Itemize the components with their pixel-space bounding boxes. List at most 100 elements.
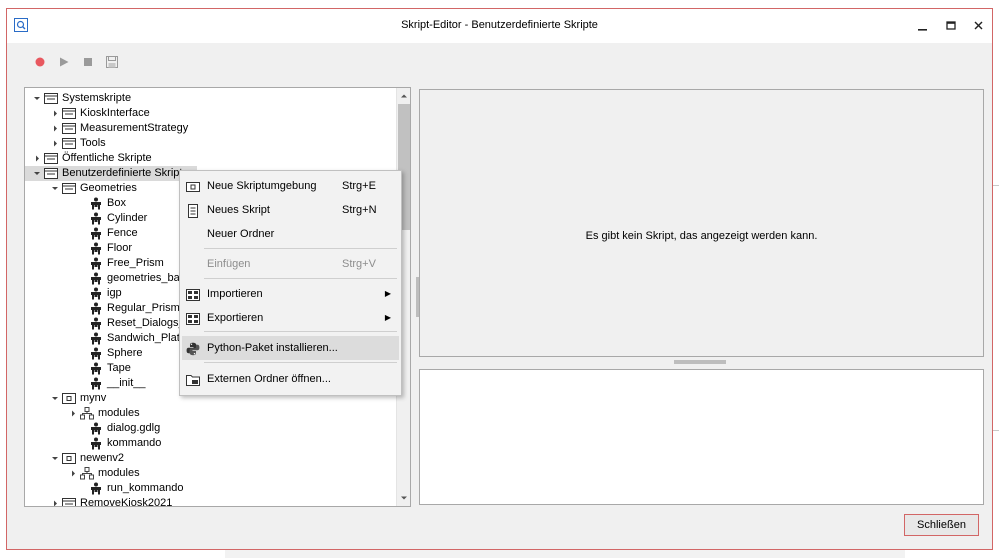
minimize-button[interactable] <box>909 15 937 37</box>
tree-item-icon <box>89 212 103 225</box>
tree-item[interactable]: newenv2 <box>25 451 395 466</box>
tree-item[interactable]: MeasurementStrategy <box>25 121 395 136</box>
tree-item-label: Sandwich_Plate <box>107 332 186 344</box>
stop-button[interactable] <box>79 53 96 70</box>
menu-item-icon <box>186 372 200 386</box>
folder-icon <box>62 183 76 194</box>
tree-toggle[interactable] <box>69 466 77 481</box>
expand-arrow-icon[interactable] <box>33 166 41 181</box>
context-menu-item[interactable]: Neuer Ordner <box>182 222 399 246</box>
tree-toggle[interactable] <box>51 391 59 406</box>
context-menu-item[interactable]: Importieren ▶ <box>182 282 399 306</box>
menu-item-icon <box>186 179 200 193</box>
tree-toggle[interactable] <box>33 166 41 181</box>
menu-item-label: Neues Skript <box>207 204 270 216</box>
tree-item[interactable]: Systemskripte <box>25 91 395 106</box>
context-menu-item[interactable]: Exportieren ▶ <box>182 306 399 330</box>
close-icon <box>974 21 983 30</box>
tree-item-icon <box>89 347 103 360</box>
menu-item-icon <box>186 203 200 218</box>
open-folder-icon <box>186 375 200 386</box>
tree-item-icon <box>89 377 103 390</box>
tree-item[interactable]: KioskInterface <box>25 106 395 121</box>
script-icon <box>91 302 101 315</box>
tree-toggle[interactable] <box>51 136 59 151</box>
collapse-arrow-icon[interactable] <box>51 496 59 507</box>
collapse-arrow-icon[interactable] <box>51 121 59 136</box>
menu-item-icon <box>186 341 200 356</box>
context-menu-item[interactable]: Externen Ordner öffnen... <box>182 367 399 391</box>
menu-item-icon <box>186 287 200 301</box>
horizontal-splitter[interactable] <box>674 360 726 364</box>
run-button[interactable] <box>55 53 72 70</box>
tree-item-label: Floor <box>107 242 133 254</box>
context-menu-item[interactable]: Neue Skriptumgebung Strg+E <box>182 174 399 198</box>
folder-icon <box>62 108 76 119</box>
submenu-arrow-icon: ▶ <box>384 289 391 298</box>
collapse-arrow-icon[interactable] <box>51 136 59 151</box>
scroll-up-icon[interactable] <box>398 90 410 102</box>
folder-icon <box>62 138 76 149</box>
tree-item-label: Benutzerdefinierte Skripte <box>62 167 189 179</box>
tree-item-icon <box>62 497 76 506</box>
tree-toggle[interactable] <box>51 451 59 466</box>
expand-arrow-icon[interactable] <box>51 181 59 196</box>
tree-item-label: mynv <box>80 392 107 404</box>
tree-item-icon <box>89 437 103 450</box>
tree-item-icon <box>62 182 76 195</box>
export-icon <box>186 313 200 325</box>
folder-icon <box>62 498 76 506</box>
folder-icon <box>44 168 58 179</box>
menu-item-shortcut: Strg+V <box>342 258 376 270</box>
tree-item-icon <box>89 422 103 435</box>
save-button[interactable] <box>103 53 120 70</box>
scroll-down-icon[interactable] <box>398 492 410 504</box>
record-button[interactable] <box>31 53 48 70</box>
tree-item-icon <box>89 332 103 345</box>
tree-toggle[interactable] <box>51 106 59 121</box>
tree-toggle[interactable] <box>51 496 59 507</box>
collapse-arrow-icon[interactable] <box>69 466 77 481</box>
tree-item[interactable]: Tools <box>25 136 395 151</box>
tree-toggle[interactable] <box>33 91 41 106</box>
menu-separator <box>204 331 397 332</box>
tree-item[interactable]: modules <box>25 466 395 481</box>
tree-item-label: run_kommando <box>107 482 184 494</box>
tree-item-icon <box>89 197 103 210</box>
collapse-arrow-icon[interactable] <box>51 106 59 121</box>
script-icon <box>91 317 101 330</box>
maximize-button[interactable] <box>937 15 965 37</box>
close-button[interactable]: Schließen <box>904 514 979 536</box>
tree-toggle[interactable] <box>69 406 77 421</box>
minimize-icon <box>918 29 927 31</box>
expand-arrow-icon[interactable] <box>51 451 59 466</box>
tree-item[interactable]: kommando <box>25 436 395 451</box>
title-bar[interactable]: Skript-Editor - Benutzerdefinierte Skrip… <box>7 9 992 43</box>
collapse-arrow-icon[interactable] <box>69 406 77 421</box>
tree-item[interactable]: RemoveKiosk2021 <box>25 496 395 507</box>
script-file-icon <box>188 204 198 218</box>
tree-item-icon <box>62 392 76 405</box>
tree-item[interactable]: Benutzerdefinierte Skripte <box>25 166 197 181</box>
context-menu-item[interactable]: Python-Paket installieren... <box>182 336 399 360</box>
tree-item-label: dialog.gdlg <box>107 422 161 434</box>
tree-item[interactable]: dialog.gdlg <box>25 421 395 436</box>
tree-toggle[interactable] <box>51 181 59 196</box>
window-close-button[interactable] <box>965 15 993 37</box>
tree-item-icon <box>44 167 58 180</box>
output-pane[interactable] <box>419 369 984 505</box>
menu-separator <box>204 278 397 279</box>
collapse-arrow-icon[interactable] <box>33 151 41 166</box>
tree-item-icon <box>62 122 76 135</box>
tree-toggle[interactable] <box>33 151 41 166</box>
tree-item[interactable]: modules <box>25 406 395 421</box>
tree-item[interactable]: run_kommando <box>25 481 395 496</box>
tree-item[interactable]: Öffentliche Skripte <box>25 151 395 166</box>
expand-arrow-icon[interactable] <box>51 391 59 406</box>
tree-toggle[interactable] <box>51 121 59 136</box>
save-icon <box>105 55 118 68</box>
expand-arrow-icon[interactable] <box>33 91 41 106</box>
menu-item-label: Externen Ordner öffnen... <box>207 373 331 385</box>
context-menu-item[interactable]: Neues Skript Strg+N <box>182 198 399 222</box>
context-menu-item[interactable]: Einfügen Strg+V <box>182 252 399 276</box>
